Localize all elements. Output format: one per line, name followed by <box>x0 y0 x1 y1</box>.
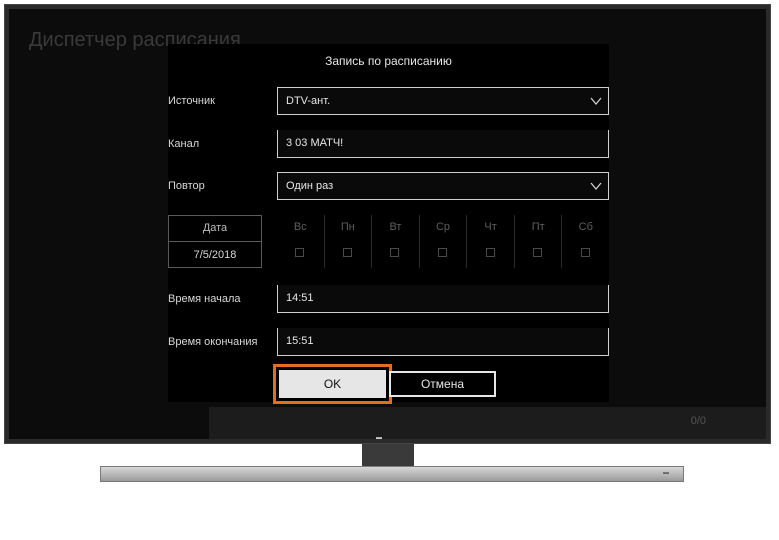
chevron-down-icon <box>590 182 602 191</box>
day-checkbox[interactable] <box>342 248 352 257</box>
day-label: Чт <box>484 221 497 233</box>
day-checkbox[interactable] <box>580 248 590 257</box>
day-label: Вс <box>293 221 307 233</box>
day-friday[interactable]: Пт <box>513 215 562 268</box>
repeat-label: Повтор <box>168 180 205 192</box>
day-label: Вт <box>389 221 402 233</box>
bottom-bar: 0/0 <box>209 407 766 439</box>
day-label: Ср <box>435 221 451 233</box>
date-picker[interactable]: Дата 7/5/2018 <box>168 215 262 268</box>
dialog-title: Запись по расписанию <box>325 54 452 68</box>
chevron-down-icon <box>590 97 602 106</box>
channel-field[interactable]: 3 03 МАТЧ! <box>277 130 609 158</box>
day-wednesday[interactable]: Ср <box>418 215 467 268</box>
repeat-value: Один раз <box>286 180 334 192</box>
source-value: DTV-ант. <box>286 95 331 107</box>
day-thursday[interactable]: Чт <box>466 215 514 268</box>
tv-stand: ▬ <box>100 466 684 482</box>
end-time-label: Время окончания <box>168 336 258 348</box>
stand-mark: ▬ <box>663 470 669 476</box>
date-label: Дата <box>169 216 261 242</box>
day-label: Сб <box>578 221 593 233</box>
end-time-value: 15:51 <box>286 335 314 347</box>
start-time-field[interactable]: 14:51 <box>277 285 609 313</box>
day-checkbox[interactable] <box>485 248 495 257</box>
channel-label: Канал <box>168 138 200 150</box>
schedule-recording-dialog: Запись по расписанию Источник DTV-ант. К… <box>168 44 609 402</box>
start-time-value: 14:51 <box>286 292 314 304</box>
date-value: 7/5/2018 <box>193 249 237 261</box>
weekday-selector: Вс Пн Вт Ср Чт Пт Сб <box>277 215 609 268</box>
day-checkbox[interactable] <box>390 248 400 257</box>
channel-value: 3 03 МАТЧ! <box>286 137 344 149</box>
day-monday[interactable]: Пн <box>323 215 372 268</box>
day-label: Пт <box>531 221 545 233</box>
day-label: Пн <box>340 221 355 233</box>
day-sunday[interactable]: Вс <box>277 215 324 268</box>
day-saturday[interactable]: Сб <box>561 215 609 268</box>
source-label: Источник <box>168 95 215 107</box>
day-tuesday[interactable]: Вт <box>371 215 419 268</box>
day-checkbox[interactable] <box>438 248 448 257</box>
bottom-bar-counter: 0/0 <box>690 415 706 427</box>
day-checkbox[interactable] <box>533 248 543 257</box>
end-time-field[interactable]: 15:51 <box>277 328 609 356</box>
repeat-dropdown[interactable]: Один раз <box>277 172 609 200</box>
tv-stand-neck <box>362 444 414 466</box>
start-time-label: Время начала <box>168 293 241 305</box>
ok-button[interactable]: OK <box>279 370 386 398</box>
cancel-button[interactable]: Отмена <box>389 371 496 397</box>
source-dropdown[interactable]: DTV-ант. <box>277 87 609 115</box>
day-checkbox[interactable] <box>295 248 305 257</box>
brand-logo: ▬ <box>376 435 383 441</box>
